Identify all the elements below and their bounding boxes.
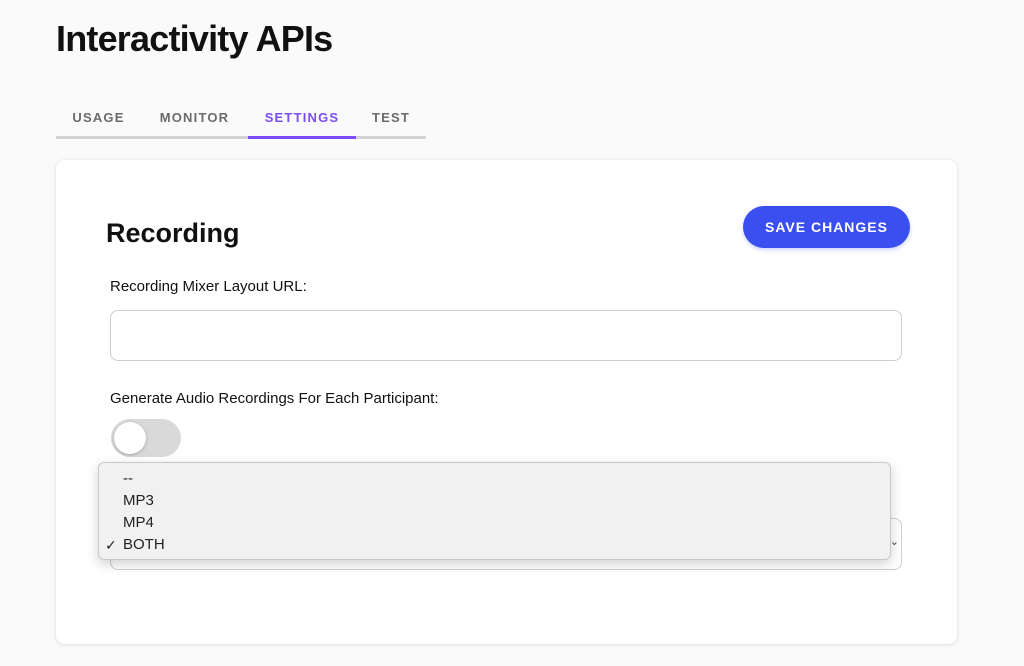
page: Interactivity APIs USAGE MONITOR SETTING…	[0, 0, 1024, 666]
audio-recordings-toggle[interactable]	[111, 419, 181, 457]
option-label: MP3	[123, 492, 154, 509]
tab-monitor[interactable]: MONITOR	[141, 106, 248, 136]
page-title: Interactivity APIs	[56, 18, 333, 59]
dropdown-option-selected[interactable]: ✓ BOTH	[99, 534, 890, 556]
tab-test[interactable]: TEST	[356, 106, 426, 136]
toggle-knob	[114, 422, 146, 454]
tab-bar: USAGE MONITOR SETTINGS TEST	[56, 106, 426, 139]
recording-format-dropdown: -- MP3 MP4 ✓ BOTH	[98, 462, 891, 560]
option-label: BOTH	[123, 536, 165, 553]
dropdown-option[interactable]: MP3	[99, 490, 890, 512]
audio-recordings-label: Generate Audio Recordings For Each Parti…	[110, 390, 439, 407]
dropdown-option[interactable]: --	[99, 468, 890, 490]
tab-usage[interactable]: USAGE	[56, 106, 141, 136]
option-label: --	[123, 470, 133, 487]
mixer-url-input[interactable]	[110, 310, 902, 361]
tab-settings[interactable]: SETTINGS	[248, 106, 356, 139]
mixer-url-label: Recording Mixer Layout URL:	[110, 278, 307, 295]
check-icon: ✓	[105, 537, 117, 553]
settings-card: Recording SAVE CHANGES Recording Mixer L…	[56, 160, 957, 644]
save-changes-button[interactable]: SAVE CHANGES	[743, 206, 910, 248]
dropdown-option[interactable]: MP4	[99, 512, 890, 534]
section-title-recording: Recording	[106, 218, 240, 248]
chevron-updown-icon: ⌄	[889, 536, 899, 548]
option-label: MP4	[123, 514, 154, 531]
